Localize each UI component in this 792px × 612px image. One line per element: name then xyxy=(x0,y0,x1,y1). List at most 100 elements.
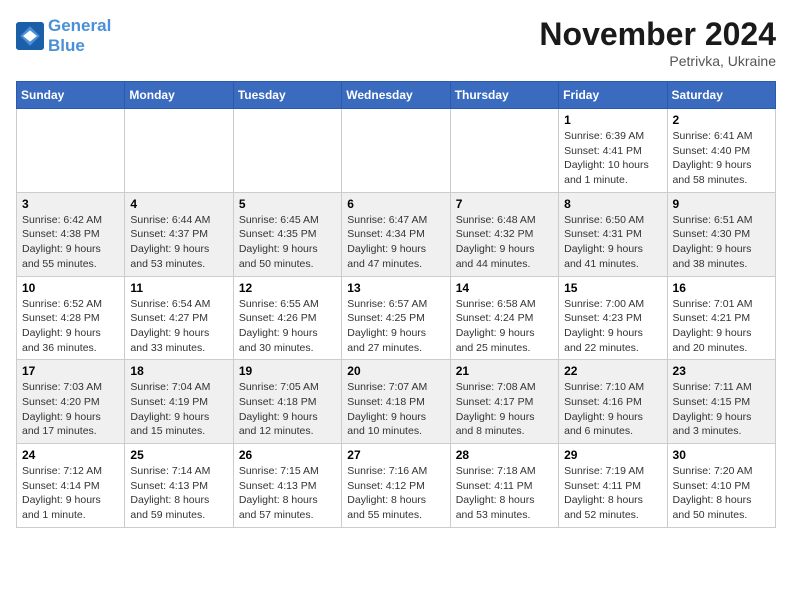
table-row: 18Sunrise: 7:04 AMSunset: 4:19 PMDayligh… xyxy=(125,360,233,444)
day-number: 28 xyxy=(456,448,553,462)
day-number: 24 xyxy=(22,448,119,462)
calendar-week-row: 24 Sunrise: 7:12 AMSunset: 4:14 PMDayligh… xyxy=(17,444,776,528)
table-row xyxy=(450,109,558,193)
table-row: 24 Sunrise: 7:12 AMSunset: 4:14 PMDayligh… xyxy=(17,444,125,528)
table-row: 8Sunrise: 6:50 AMSunset: 4:31 PMDaylight… xyxy=(559,192,667,276)
calendar-week-row: 17Sunrise: 7:03 AMSunset: 4:20 PMDayligh… xyxy=(17,360,776,444)
day-info: Sunrise: 7:18 AMSunset: 4:11 PMDaylight:… xyxy=(456,464,553,523)
calendar-table: Sunday Monday Tuesday Wednesday Thursday… xyxy=(16,81,776,528)
day-info: Sunrise: 7:00 AMSunset: 4:23 PMDaylight:… xyxy=(564,297,661,356)
table-row xyxy=(233,109,341,193)
page-header: General Blue November 2024 Petrivka, Ukr… xyxy=(16,16,776,69)
day-number: 6 xyxy=(347,197,444,211)
table-row: 15 Sunrise: 7:00 AMSunset: 4:23 PMDayligh… xyxy=(559,276,667,360)
day-info: Sunrise: 6:42 AMSunset: 4:38 PMDaylight:… xyxy=(22,213,119,272)
day-info: Sunrise: 7:15 AMSunset: 4:13 PMDaylight:… xyxy=(239,464,336,523)
day-info: Sunrise: 6:58 AMSunset: 4:24 PMDaylight:… xyxy=(456,297,553,356)
logo-icon xyxy=(16,22,44,50)
table-row: 30 Sunrise: 7:20 AMSunset: 4:10 PMDayligh… xyxy=(667,444,775,528)
day-info: Sunrise: 7:01 AMSunset: 4:21 PMDaylight:… xyxy=(673,297,770,356)
day-number: 1 xyxy=(564,113,661,127)
day-info: Sunrise: 6:45 AMSunset: 4:35 PMDaylight:… xyxy=(239,213,336,272)
day-info: Sunrise: 7:05 AMSunset: 4:18 PMDaylight:… xyxy=(239,380,336,439)
table-row: 27 Sunrise: 7:16 AMSunset: 4:12 PMDayligh… xyxy=(342,444,450,528)
day-info: Sunrise: 7:12 AMSunset: 4:14 PMDaylight:… xyxy=(22,464,119,523)
day-number: 29 xyxy=(564,448,661,462)
day-number: 3 xyxy=(22,197,119,211)
table-row: 9 Sunrise: 6:51 AMSunset: 4:30 PMDaylight… xyxy=(667,192,775,276)
table-row xyxy=(17,109,125,193)
calendar-week-row: 10 Sunrise: 6:52 AMSunset: 4:28 PMDayligh… xyxy=(17,276,776,360)
calendar-week-row: 3 Sunrise: 6:42 AMSunset: 4:38 PMDaylight… xyxy=(17,192,776,276)
day-info: Sunrise: 6:54 AMSunset: 4:27 PMDaylight:… xyxy=(130,297,227,356)
table-row: 21 Sunrise: 7:08 AMSunset: 4:17 PMDayligh… xyxy=(450,360,558,444)
day-number: 27 xyxy=(347,448,444,462)
table-row: 3 Sunrise: 6:42 AMSunset: 4:38 PMDaylight… xyxy=(17,192,125,276)
table-row: 2Sunrise: 6:41 AMSunset: 4:40 PMDaylight… xyxy=(667,109,775,193)
table-row: 12 Sunrise: 6:55 AMSunset: 4:26 PMDayligh… xyxy=(233,276,341,360)
day-info: Sunrise: 6:52 AMSunset: 4:28 PMDaylight:… xyxy=(22,297,119,356)
day-info: Sunrise: 6:55 AMSunset: 4:26 PMDaylight:… xyxy=(239,297,336,356)
table-row: 28 Sunrise: 7:18 AMSunset: 4:11 PMDayligh… xyxy=(450,444,558,528)
month-title: November 2024 xyxy=(539,16,776,53)
day-info: Sunrise: 7:14 AMSunset: 4:13 PMDaylight:… xyxy=(130,464,227,523)
table-row: 17Sunrise: 7:03 AMSunset: 4:20 PMDayligh… xyxy=(17,360,125,444)
col-friday: Friday xyxy=(559,82,667,109)
logo: General Blue xyxy=(16,16,111,55)
calendar-header-row: Sunday Monday Tuesday Wednesday Thursday… xyxy=(17,82,776,109)
day-number: 4 xyxy=(130,197,227,211)
day-number: 13 xyxy=(347,281,444,295)
day-info: Sunrise: 6:57 AMSunset: 4:25 PMDaylight:… xyxy=(347,297,444,356)
table-row: 1 Sunrise: 6:39 AMSunset: 4:41 PMDaylight… xyxy=(559,109,667,193)
table-row: 29 Sunrise: 7:19 AMSunset: 4:11 PMDayligh… xyxy=(559,444,667,528)
table-row: 10 Sunrise: 6:52 AMSunset: 4:28 PMDayligh… xyxy=(17,276,125,360)
table-row: 7 Sunrise: 6:48 AMSunset: 4:32 PMDaylight… xyxy=(450,192,558,276)
day-number: 26 xyxy=(239,448,336,462)
day-info: Sunrise: 6:50 AMSunset: 4:31 PMDaylight:… xyxy=(564,213,661,272)
col-tuesday: Tuesday xyxy=(233,82,341,109)
location-subtitle: Petrivka, Ukraine xyxy=(539,53,776,69)
table-row: 26 Sunrise: 7:15 AMSunset: 4:13 PMDayligh… xyxy=(233,444,341,528)
table-row: 23 Sunrise: 7:11 AMSunset: 4:15 PMDayligh… xyxy=(667,360,775,444)
table-row: 22 Sunrise: 7:10 AMSunset: 4:16 PMDayligh… xyxy=(559,360,667,444)
day-number: 18 xyxy=(130,364,227,378)
day-info: Sunrise: 7:16 AMSunset: 4:12 PMDaylight:… xyxy=(347,464,444,523)
day-info: Sunrise: 7:20 AMSunset: 4:10 PMDaylight:… xyxy=(673,464,770,523)
day-info: Sunrise: 7:07 AMSunset: 4:18 PMDaylight:… xyxy=(347,380,444,439)
day-info: Sunrise: 6:48 AMSunset: 4:32 PMDaylight:… xyxy=(456,213,553,272)
day-number: 12 xyxy=(239,281,336,295)
day-info: Sunrise: 7:19 AMSunset: 4:11 PMDaylight:… xyxy=(564,464,661,523)
logo-text: General Blue xyxy=(48,16,111,55)
day-number: 9 xyxy=(673,197,770,211)
day-info: Sunrise: 7:08 AMSunset: 4:17 PMDaylight:… xyxy=(456,380,553,439)
day-info: Sunrise: 6:41 AMSunset: 4:40 PMDaylight:… xyxy=(673,129,770,188)
day-info: Sunrise: 6:51 AMSunset: 4:30 PMDaylight:… xyxy=(673,213,770,272)
table-row: 14Sunrise: 6:58 AMSunset: 4:24 PMDayligh… xyxy=(450,276,558,360)
day-number: 23 xyxy=(673,364,770,378)
day-number: 21 xyxy=(456,364,553,378)
col-monday: Monday xyxy=(125,82,233,109)
day-number: 11 xyxy=(130,281,227,295)
day-number: 22 xyxy=(564,364,661,378)
day-number: 25 xyxy=(130,448,227,462)
day-number: 10 xyxy=(22,281,119,295)
table-row: 6 Sunrise: 6:47 AMSunset: 4:34 PMDaylight… xyxy=(342,192,450,276)
table-row: 19 Sunrise: 7:05 AMSunset: 4:18 PMDayligh… xyxy=(233,360,341,444)
table-row: 20Sunrise: 7:07 AMSunset: 4:18 PMDayligh… xyxy=(342,360,450,444)
col-sunday: Sunday xyxy=(17,82,125,109)
title-block: November 2024 Petrivka, Ukraine xyxy=(539,16,776,69)
day-info: Sunrise: 6:39 AMSunset: 4:41 PMDaylight:… xyxy=(564,129,661,188)
table-row: 5Sunrise: 6:45 AMSunset: 4:35 PMDaylight… xyxy=(233,192,341,276)
table-row: 16Sunrise: 7:01 AMSunset: 4:21 PMDayligh… xyxy=(667,276,775,360)
day-info: Sunrise: 6:44 AMSunset: 4:37 PMDaylight:… xyxy=(130,213,227,272)
table-row: 4 Sunrise: 6:44 AMSunset: 4:37 PMDaylight… xyxy=(125,192,233,276)
day-info: Sunrise: 7:10 AMSunset: 4:16 PMDaylight:… xyxy=(564,380,661,439)
day-number: 30 xyxy=(673,448,770,462)
calendar-week-row: 1 Sunrise: 6:39 AMSunset: 4:41 PMDaylight… xyxy=(17,109,776,193)
day-info: Sunrise: 7:03 AMSunset: 4:20 PMDaylight:… xyxy=(22,380,119,439)
day-number: 7 xyxy=(456,197,553,211)
day-number: 15 xyxy=(564,281,661,295)
day-number: 19 xyxy=(239,364,336,378)
day-info: Sunrise: 6:47 AMSunset: 4:34 PMDaylight:… xyxy=(347,213,444,272)
day-info: Sunrise: 7:11 AMSunset: 4:15 PMDaylight:… xyxy=(673,380,770,439)
